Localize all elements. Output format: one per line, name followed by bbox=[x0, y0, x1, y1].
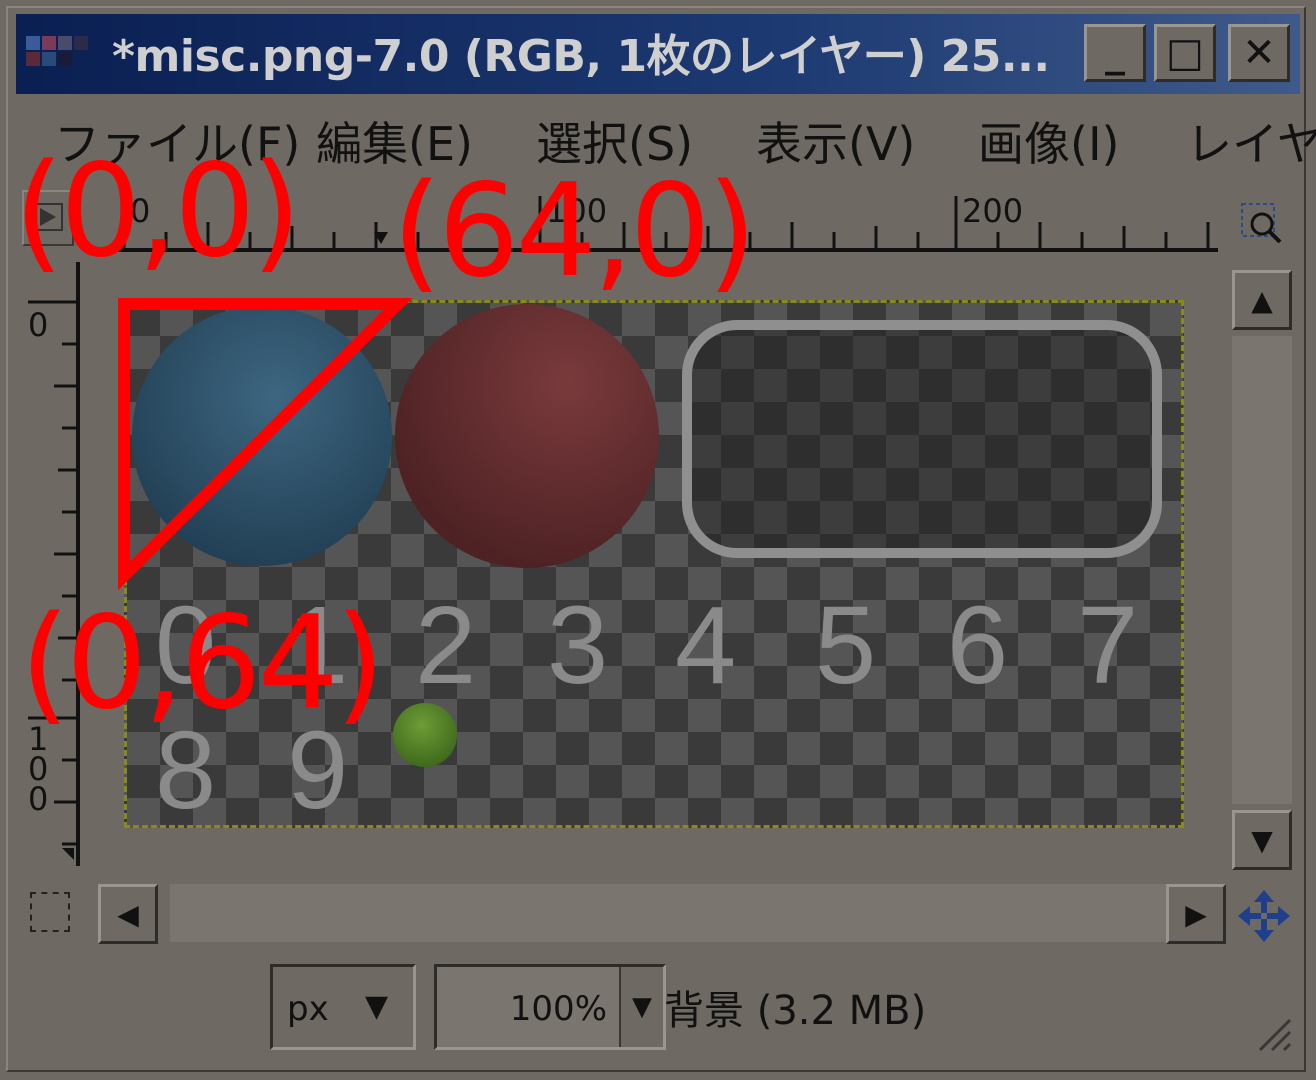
arrow-up-icon: ▲ bbox=[1251, 283, 1273, 317]
navigate-icon[interactable] bbox=[1236, 888, 1292, 944]
quick-mask-icon[interactable] bbox=[30, 892, 70, 932]
menu-view[interactable]: 表示(V) bbox=[756, 108, 915, 174]
ruler-label-200: 200 bbox=[962, 192, 1024, 230]
unit-selector[interactable]: px ▼ bbox=[270, 964, 416, 1050]
maximize-icon: □ bbox=[1166, 30, 1204, 76]
annotation-label-x64: (64,0) bbox=[392, 157, 757, 306]
close-icon: ✕ bbox=[1242, 30, 1276, 76]
unit-value: px bbox=[287, 989, 329, 1029]
resize-grip-icon[interactable] bbox=[1250, 1010, 1294, 1054]
close-button[interactable]: ✕ bbox=[1228, 24, 1290, 82]
blue-sphere bbox=[132, 306, 392, 566]
minimize-button[interactable]: _ bbox=[1084, 24, 1146, 82]
window-title: *misc.png-7.0 (RGB, 1枚のレイヤー) 25... bbox=[112, 31, 1050, 82]
red-sphere bbox=[395, 304, 659, 568]
vertical-scroll-trough[interactable] bbox=[1232, 336, 1292, 804]
chevron-down-icon: ▼ bbox=[632, 992, 652, 1022]
menu-layer[interactable]: レイヤ bbox=[1186, 108, 1316, 174]
digit-5: 5 bbox=[815, 584, 876, 707]
vertical-ruler[interactable]: 0 1 0 0 bbox=[22, 262, 80, 866]
green-sphere bbox=[393, 703, 457, 767]
image-content: 0 1 2 3 4 5 6 7 8 9 bbox=[132, 304, 1162, 825]
zoom-selector[interactable]: 100% ▼ bbox=[434, 964, 666, 1050]
digit-2: 2 bbox=[415, 584, 476, 707]
digit-3: 3 bbox=[547, 584, 608, 707]
status-message: 背景 (3.2 MB) bbox=[664, 988, 927, 1034]
chevron-down-icon: ▼ bbox=[365, 989, 389, 1024]
digit-4: 4 bbox=[675, 584, 736, 707]
image-window: *misc.png-7.0 (RGB, 1枚のレイヤー) 25... _ □ ✕… bbox=[0, 0, 1316, 1080]
scroll-right-button[interactable]: ▶ bbox=[1166, 884, 1226, 944]
digit-7: 7 bbox=[1077, 584, 1138, 707]
zoom-lens-icon[interactable] bbox=[1236, 198, 1288, 250]
title-bar[interactable]: *misc.png-7.0 (RGB, 1枚のレイヤー) 25... _ □ ✕ bbox=[16, 14, 1300, 94]
annotation-label-y64: (0,64) bbox=[20, 589, 385, 738]
arrow-left-icon: ◀ bbox=[117, 897, 139, 931]
horizontal-scroll-trough[interactable] bbox=[170, 884, 1176, 942]
arrow-down-icon: ▼ bbox=[1251, 823, 1273, 857]
arrow-right-icon: ▶ bbox=[1185, 897, 1207, 931]
vertical-scrollbar[interactable]: ▲ ▼ bbox=[1232, 270, 1292, 870]
menu-image[interactable]: 画像(I) bbox=[978, 108, 1119, 174]
digit-6: 6 bbox=[947, 584, 1008, 707]
maximize-button[interactable]: □ bbox=[1154, 24, 1216, 82]
horizontal-scrollbar[interactable]: ◀ ▶ bbox=[20, 878, 1300, 948]
scroll-up-button[interactable]: ▲ bbox=[1232, 270, 1292, 330]
zoom-dropdown-button[interactable]: ▼ bbox=[619, 967, 663, 1047]
status-bar: px ▼ 100% ▼ 背景 (3.2 MB) bbox=[16, 956, 1300, 1060]
image-canvas[interactable]: 0 1 2 3 4 5 6 7 8 9 bbox=[124, 300, 1184, 828]
app-icon bbox=[26, 36, 88, 66]
annotation-label-origin: (0,0) bbox=[14, 137, 301, 286]
rounded-frame bbox=[682, 320, 1162, 558]
vruler-label-0: 0 bbox=[28, 306, 49, 344]
scroll-left-button[interactable]: ◀ bbox=[98, 884, 158, 944]
scroll-down-button[interactable]: ▼ bbox=[1232, 810, 1292, 870]
minimize-icon: _ bbox=[1105, 30, 1125, 76]
zoom-value: 100% bbox=[509, 989, 607, 1029]
